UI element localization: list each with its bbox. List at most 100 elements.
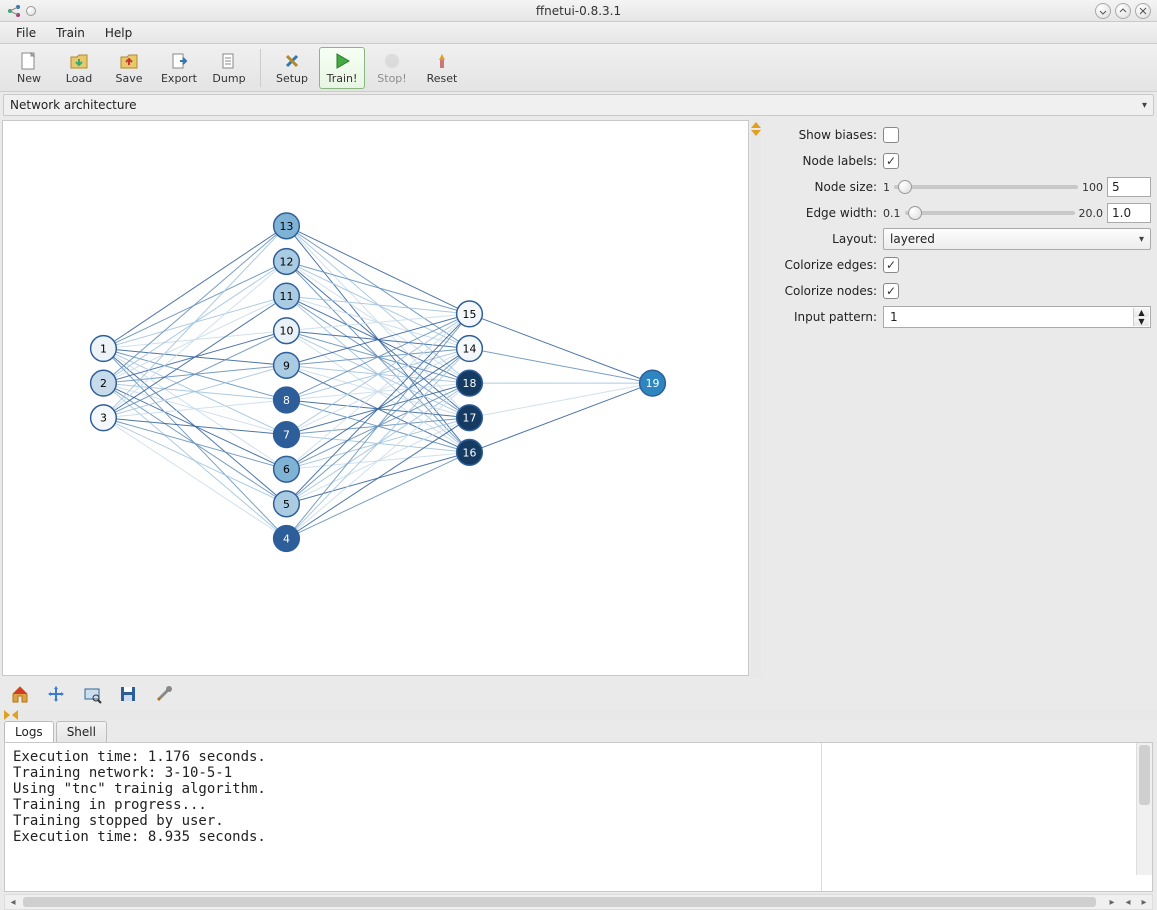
spin-up-icon[interactable]: ▲ xyxy=(1133,308,1149,317)
chevron-down-icon: ▾ xyxy=(1139,234,1144,245)
node-size-label: Node size: xyxy=(767,180,877,194)
menu-help[interactable]: Help xyxy=(95,24,142,42)
toolbar-train-label: Train! xyxy=(327,72,358,85)
zoom-icon[interactable] xyxy=(80,682,104,706)
colorize-nodes-checkbox[interactable]: ✓ xyxy=(883,283,899,299)
setup-icon xyxy=(281,50,303,72)
scroll-right2-icon[interactable]: ▸ xyxy=(1136,895,1152,909)
node-size-slider[interactable] xyxy=(894,185,1078,189)
minimize-button[interactable] xyxy=(1095,3,1111,19)
node-4[interactable]: 4 xyxy=(274,526,300,552)
toolbar-load-button[interactable]: Load xyxy=(56,47,102,89)
show-biases-checkbox[interactable] xyxy=(883,127,899,143)
scroll-left-icon[interactable]: ◂ xyxy=(5,895,21,909)
node-labels-label: Node labels: xyxy=(767,154,877,168)
horizontal-splitter[interactable] xyxy=(0,710,1157,720)
architecture-combo[interactable]: Network architecture ▾ xyxy=(3,94,1154,116)
svg-text:1: 1 xyxy=(100,342,107,355)
node-11[interactable]: 11 xyxy=(274,283,300,309)
toolbar-new-button[interactable]: New xyxy=(6,47,52,89)
node-9[interactable]: 9 xyxy=(274,352,300,378)
network-canvas[interactable]: 12313121110987654151418171619 xyxy=(2,120,749,676)
toolbar-save-button[interactable]: Save xyxy=(106,47,152,89)
svg-text:17: 17 xyxy=(463,412,477,425)
svg-text:19: 19 xyxy=(646,377,660,390)
node-12[interactable]: 12 xyxy=(274,249,300,275)
edge-width-label: Edge width: xyxy=(767,206,877,220)
reset-icon xyxy=(431,50,453,72)
node-18[interactable]: 18 xyxy=(457,370,483,396)
node-6[interactable]: 6 xyxy=(274,456,300,482)
window-title: ffnetui-0.8.3.1 xyxy=(0,4,1157,18)
export-icon xyxy=(168,50,190,72)
log-side-panel xyxy=(822,743,1152,891)
scroll-right-icon[interactable]: ▸ xyxy=(1104,895,1120,909)
toolbar-reset-button[interactable]: Reset xyxy=(419,47,465,89)
svg-text:7: 7 xyxy=(283,429,290,442)
input-pattern-spinner[interactable]: 1 ▲▼ xyxy=(883,306,1151,328)
plot-toolbar xyxy=(0,678,1157,710)
toolbar-setup-label: Setup xyxy=(276,72,308,85)
toolbar-reset-label: Reset xyxy=(427,72,458,85)
load-icon xyxy=(68,50,90,72)
node-15[interactable]: 15 xyxy=(457,301,483,327)
vertical-scrollbar[interactable] xyxy=(1136,743,1152,875)
stop-icon xyxy=(381,50,403,72)
svg-text:15: 15 xyxy=(463,308,477,321)
toolbar-setup-button[interactable]: Setup xyxy=(269,47,315,89)
scroll-left2-icon[interactable]: ◂ xyxy=(1120,895,1136,909)
pan-icon[interactable] xyxy=(44,682,68,706)
node-2[interactable]: 2 xyxy=(91,370,117,396)
tab-shell[interactable]: Shell xyxy=(56,721,107,742)
log-text[interactable]: Execution time: 1.176 seconds. Training … xyxy=(5,743,822,891)
horizontal-scrollbar[interactable]: ◂ ▸ ◂ ▸ xyxy=(4,894,1153,910)
node-8[interactable]: 8 xyxy=(274,387,300,413)
svg-text:14: 14 xyxy=(463,342,477,355)
menu-file[interactable]: File xyxy=(6,24,46,42)
layout-combo[interactable]: layered ▾ xyxy=(883,228,1151,250)
layout-label: Layout: xyxy=(767,232,877,246)
vertical-splitter[interactable] xyxy=(751,118,761,678)
window-menu-icon[interactable] xyxy=(26,6,36,16)
node-5[interactable]: 5 xyxy=(274,491,300,517)
save-plot-icon[interactable] xyxy=(116,682,140,706)
node-14[interactable]: 14 xyxy=(457,336,483,362)
toolbar-dump-button[interactable]: Dump xyxy=(206,47,252,89)
toolbar-export-button[interactable]: Export xyxy=(156,47,202,89)
node-7[interactable]: 7 xyxy=(274,422,300,448)
tab-logs[interactable]: Logs xyxy=(4,721,54,742)
new-icon xyxy=(18,50,40,72)
node-10[interactable]: 10 xyxy=(274,318,300,344)
node-19[interactable]: 19 xyxy=(640,370,666,396)
svg-text:16: 16 xyxy=(463,446,477,459)
colorize-edges-checkbox[interactable]: ✓ xyxy=(883,257,899,273)
colorize-nodes-label: Colorize nodes: xyxy=(767,284,877,298)
svg-text:6: 6 xyxy=(283,463,290,476)
edge-width-input[interactable]: 1.0 xyxy=(1107,203,1151,223)
architecture-combo-label: Network architecture xyxy=(10,98,137,112)
svg-text:10: 10 xyxy=(280,325,294,338)
dump-icon xyxy=(218,50,240,72)
toolbar-stop-button: Stop! xyxy=(369,47,415,89)
node-size-input[interactable]: 5 xyxy=(1107,177,1151,197)
toolbar: NewLoad Save ExportDump Setup Train! Stop! Res… xyxy=(0,44,1157,92)
node-labels-checkbox[interactable]: ✓ xyxy=(883,153,899,169)
toolbar-save-label: Save xyxy=(115,72,142,85)
configure-icon[interactable] xyxy=(152,682,176,706)
save-icon xyxy=(118,50,140,72)
node-1[interactable]: 1 xyxy=(91,336,117,362)
svg-text:13: 13 xyxy=(280,220,294,233)
node-16[interactable]: 16 xyxy=(457,440,483,466)
input-pattern-label: Input pattern: xyxy=(767,310,877,324)
toolbar-train-button[interactable]: Train! xyxy=(319,47,365,89)
node-3[interactable]: 3 xyxy=(91,405,117,431)
menu-train[interactable]: Train xyxy=(46,24,95,42)
node-17[interactable]: 17 xyxy=(457,405,483,431)
maximize-button[interactable] xyxy=(1115,3,1131,19)
log-panel: Execution time: 1.176 seconds. Training … xyxy=(4,742,1153,892)
home-icon[interactable] xyxy=(8,682,32,706)
node-13[interactable]: 13 xyxy=(274,213,300,239)
close-button[interactable] xyxy=(1135,3,1151,19)
spin-down-icon[interactable]: ▼ xyxy=(1133,317,1149,326)
edge-width-slider[interactable] xyxy=(905,211,1075,215)
